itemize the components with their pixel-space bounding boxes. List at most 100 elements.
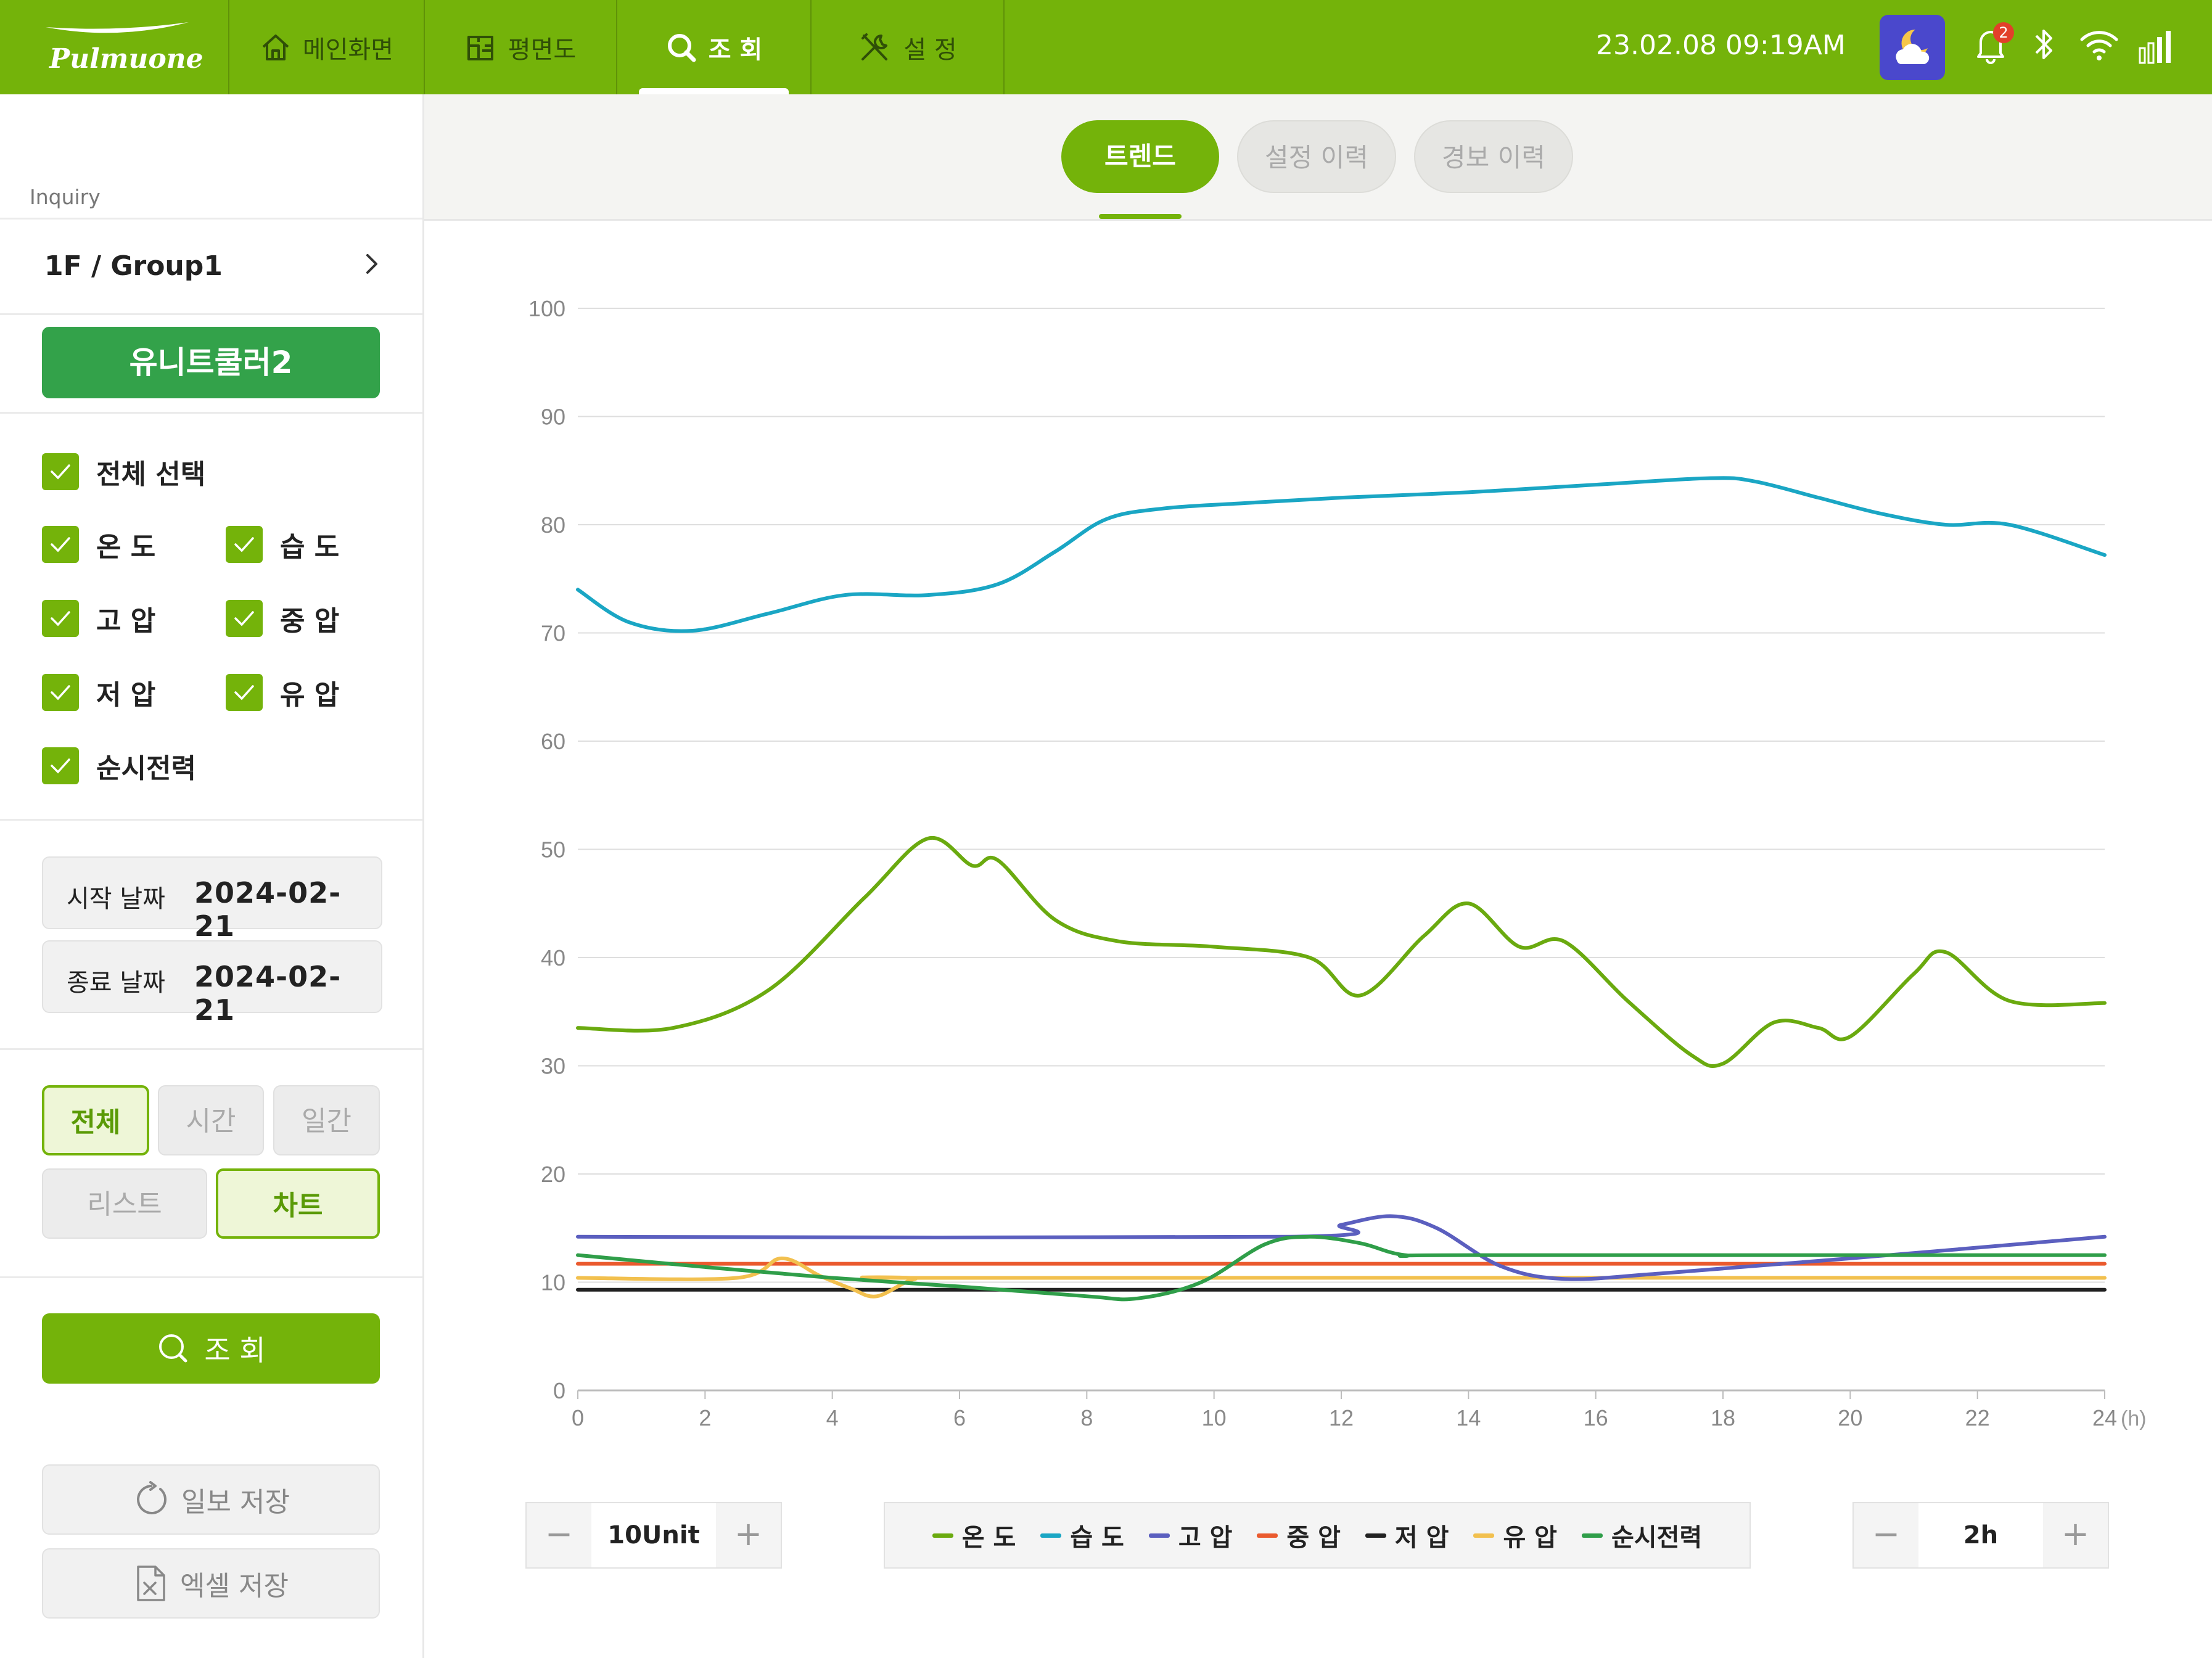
legend-label: 유 압 [1503,1524,1557,1552]
sidebar: Inquiry 1F / Group1 유니트쿨러2 전체 선택 온 도 습 도… [0,94,424,1658]
checkbox-oil-pressure[interactable]: 유 압 [226,673,339,712]
nav-settings-label: 설 정 [903,35,957,64]
save-excel-button[interactable]: 엑셀 저장 [42,1548,380,1619]
end-date-label: 종료 날짜 [67,969,165,997]
save-report-button[interactable]: 일보 저장 [42,1464,380,1535]
x-tick-label: 0 [572,1405,584,1430]
home-icon [262,34,289,60]
checkbox-power[interactable]: 순시전력 [42,746,196,786]
divider [0,313,422,315]
legend-item: 순시전력 [1581,1517,1702,1553]
legend-item: 습 도 [1040,1517,1124,1553]
weather-night-icon [1896,29,1930,64]
end-date-field[interactable]: 종료 날짜 2024-02-21 [42,940,382,1027]
checkbox-label: 전체 선택 [96,459,206,490]
start-date-field[interactable]: 시작 날짜 2024-02-21 [42,856,382,943]
x-tick-label: 8 [1080,1405,1093,1430]
legend-swatch [1257,1533,1278,1538]
logo-arc-icon [46,22,189,33]
checkbox-humidity[interactable]: 습 도 [226,525,339,564]
checkbox-checked-icon [42,600,79,637]
unit-increase-button[interactable]: + [716,1503,781,1567]
tab-trend[interactable]: 트렌드 [1061,120,1219,193]
y-tick-label: 0 [553,1378,565,1403]
search-icon [159,1334,187,1363]
y-tick-label: 30 [541,1054,565,1079]
chart-legend: 온 도 습 도 고 압 중 압 저 압 유 압 순시전력 [884,1502,1751,1569]
tab-settings-history[interactable]: 설정 이력 [1237,120,1396,193]
legend-item: 중 압 [1257,1517,1341,1553]
checkbox-high-pressure[interactable]: 고 압 [42,599,155,638]
legend-label: 저 압 [1394,1524,1449,1552]
chart-series [576,476,2107,1302]
legend-item: 온 도 [932,1517,1016,1553]
unit-value: 10Unit [591,1503,716,1567]
top-bar: Pulmuone 메인화면 평면도 조 회 설 정 23.02.08 09:19… [0,0,2212,94]
checkbox-checked-icon [42,453,79,490]
refresh-icon [137,1481,167,1514]
content-tabs-bar: 트렌드 설정 이력 경보 이력 [424,94,2212,221]
checkbox-temp[interactable]: 온 도 [42,525,155,564]
nav-floorplan-label: 평면도 [508,35,577,64]
period-day-button[interactable]: 일간 [273,1085,380,1155]
y-tick-label: 10 [541,1270,565,1295]
tab-alarm-history[interactable]: 경보 이력 [1414,120,1573,193]
view-chart-button[interactable]: 차트 [216,1168,380,1239]
x-tick-label: 6 [953,1405,966,1430]
floorplan-icon [467,35,493,60]
legend-swatch [1473,1533,1495,1538]
end-date-value: 2024-02-21 [194,960,342,1027]
divider [0,1048,422,1050]
checkbox-select-all[interactable]: 전체 선택 [42,452,205,491]
group-selector[interactable]: 1F / Group1 [0,220,422,312]
active-tab-indicator [1099,214,1182,219]
view-list-button[interactable]: 리스트 [42,1168,207,1239]
y-tick-label: 90 [541,404,565,430]
excel-file-icon [137,1566,165,1601]
x-axis-unit-label: (h) [2121,1407,2147,1430]
checkbox-checked-icon [42,747,79,784]
legend-swatch [1148,1533,1170,1538]
x-tick-label: 10 [1202,1405,1227,1430]
checkbox-mid-pressure[interactable]: 중 압 [226,599,339,638]
x-tick-label: 22 [1965,1405,1990,1430]
notification-badge: 2 [1993,22,2014,43]
y-tick-label: 80 [541,512,565,538]
checkbox-label: 유 압 [280,679,340,711]
unit-decrease-button[interactable]: − [527,1503,591,1567]
y-tick-label: 40 [541,945,565,971]
search-icon [667,33,696,62]
legend-item: 고 압 [1148,1517,1233,1553]
period-hour-button[interactable]: 시간 [158,1085,264,1155]
period-all-button[interactable]: 전체 [42,1085,149,1155]
nav-floorplan[interactable]: 평면도 [425,0,617,94]
legend-swatch [932,1533,953,1538]
nav-settings[interactable]: 설 정 [812,0,1005,94]
checkbox-checked-icon [42,526,79,563]
bluetooth-icon [2035,30,2052,59]
checkbox-checked-icon [226,526,263,563]
start-date-value: 2024-02-21 [194,876,342,943]
unit-button[interactable]: 유니트쿨러2 [42,327,380,398]
legend-label: 고 압 [1178,1524,1233,1552]
nav-main[interactable]: 메인화면 [229,0,425,94]
checkbox-checked-icon [226,600,263,637]
interval-increase-button[interactable]: + [2043,1503,2108,1567]
y-tick-label: 20 [541,1162,565,1187]
checkbox-low-pressure[interactable]: 저 압 [42,673,155,712]
weather-button[interactable] [1880,15,1945,80]
group-label: 1F / Group1 [44,250,223,282]
x-tick-label: 14 [1456,1405,1481,1430]
series-line-1 [576,476,2107,633]
x-tick-label: 2 [699,1405,711,1430]
interval-decrease-button[interactable]: − [1854,1503,1918,1567]
signal-icon [2139,31,2171,64]
interval-stepper: − 2h + [1852,1502,2109,1569]
nav-inquiry[interactable]: 조 회 [617,0,812,94]
pulmuone-logo[interactable]: Pulmuone [0,0,229,94]
wifi-icon [2080,31,2118,60]
x-tick-label: 18 [1711,1405,1735,1430]
legend-label: 습 도 [1070,1524,1124,1552]
search-button[interactable]: 조 회 [42,1313,380,1384]
checkbox-label: 저 압 [96,679,156,711]
